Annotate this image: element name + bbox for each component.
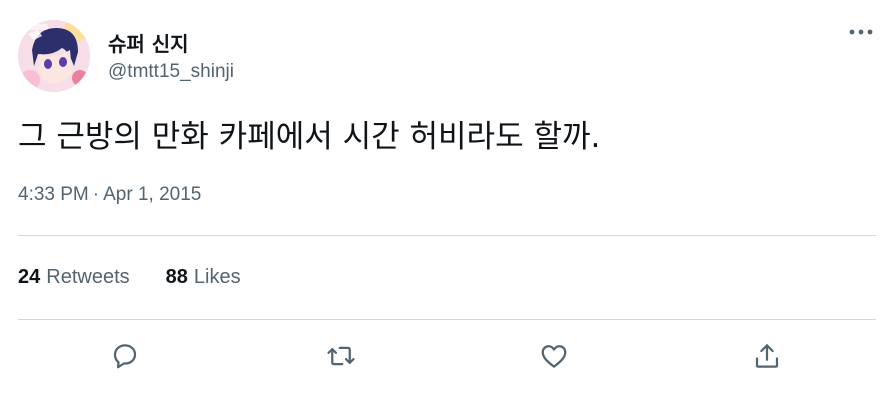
timestamp-separator: · [92,184,100,205]
tweet-time[interactable]: 4:33 PM [18,184,89,205]
more-icon [849,29,873,35]
likes-label: Likes [193,266,241,288]
share-button[interactable] [747,336,787,376]
like-button[interactable] [534,336,574,376]
tweet-card: 슈퍼 신지 @tmtt15_shinji 그 근방의 만화 카페에서 시간 허비… [0,0,894,409]
author-display-name[interactable]: 슈퍼 신지 [108,28,189,57]
divider [18,235,876,236]
tweet-text: 그 근방의 만화 카페에서 시간 허비라도 할까. [18,119,601,155]
avatar[interactable] [18,20,90,92]
retweets-label: Retweets [46,266,130,288]
reply-icon [113,344,137,369]
more-options-button[interactable] [846,20,876,44]
heart-icon [541,345,567,368]
tweet-actions [0,336,894,376]
retweet-button[interactable] [321,336,361,376]
tweet-stats: 24 Retweets 88 Likes [18,266,277,289]
tweet-date[interactable]: Apr 1, 2015 [103,184,201,205]
likes-stat[interactable]: 88 Likes [166,266,241,289]
retweets-stat[interactable]: 24 Retweets [18,266,130,289]
author-handle[interactable]: @tmtt15_shinji [108,61,234,83]
divider [18,319,876,320]
retweets-count: 24 [18,266,41,288]
share-icon [755,344,779,368]
anime-character-avatar-icon [18,20,90,92]
reply-button[interactable] [105,336,145,376]
tweet-timestamp[interactable]: 4:33 PM · Apr 1, 2015 [18,184,201,206]
likes-count: 88 [165,266,188,288]
retweet-icon [327,346,355,366]
